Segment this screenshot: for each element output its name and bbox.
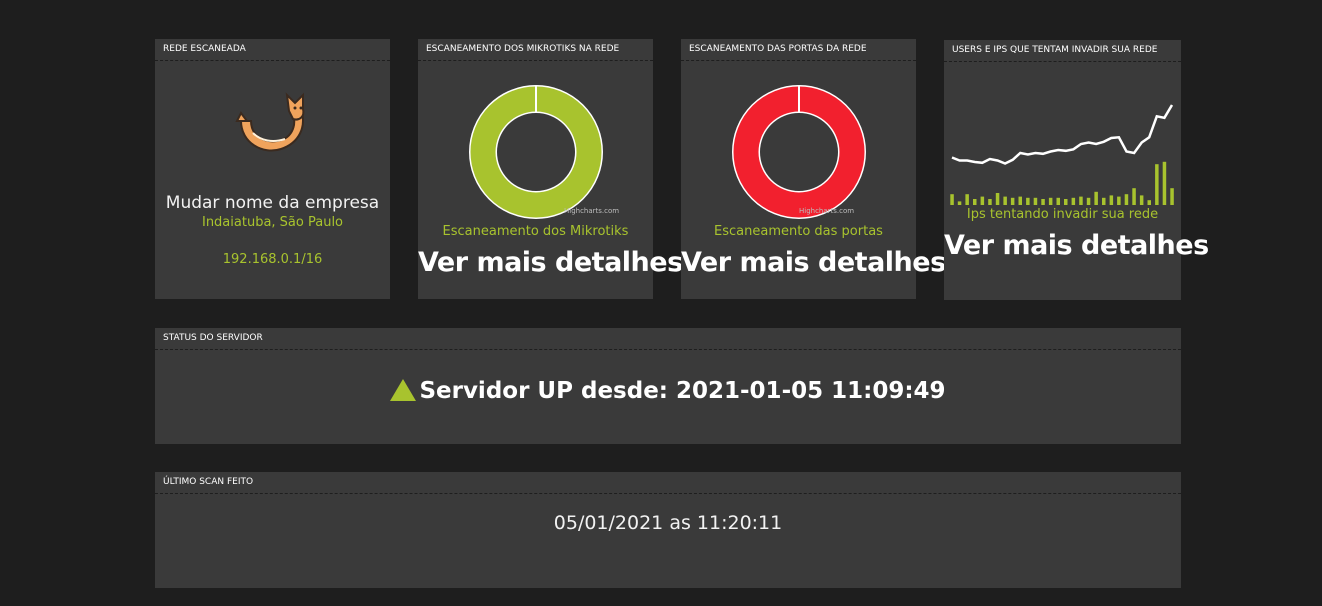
- sparkline-bar: [1162, 161, 1167, 205]
- chart-caption: Escaneamento das portas: [714, 224, 883, 239]
- panel-invasores: USERS E IPS QUE TENTAM INVADIR SUA REDE …: [944, 40, 1209, 300]
- ver-mais-detalhes-link[interactable]: Ver mais detalhes: [944, 230, 1209, 261]
- sparkline-bar: [1117, 196, 1121, 205]
- panel-title: REDE ESCANEADA: [155, 39, 390, 61]
- sparkline-bar: [973, 199, 977, 205]
- sparkline-bar: [1124, 194, 1129, 205]
- portas-donut-chart: [732, 85, 866, 219]
- sparkline-bar: [1139, 195, 1144, 205]
- sparkline-bar: [1064, 199, 1068, 205]
- sparkline-bar: [1102, 197, 1106, 205]
- invasores-sparkline-chart: [950, 104, 1174, 205]
- panel-portas: ESCANEAMENTO DAS PORTAS DA REDE Highchar…: [681, 39, 946, 299]
- sparkline-bar: [1048, 197, 1053, 205]
- sparkline-bar: [1003, 196, 1007, 205]
- sparkline-bar: [1086, 197, 1091, 205]
- chart-caption: Ips tentando invadir sua rede: [966, 207, 1159, 222]
- sparkline-bar: [1041, 199, 1045, 205]
- company-name: Mudar nome da empresa: [165, 193, 380, 213]
- company-location: Indaiatuba, São Paulo: [201, 215, 344, 230]
- sparkline-bar: [1155, 164, 1159, 205]
- sparkline-bar: [1094, 191, 1098, 205]
- panel-title: ESCANEAMENTO DOS MIKROTIKS NA REDE: [418, 39, 653, 61]
- fox-logo-icon: [235, 92, 305, 152]
- sparkline-bar: [1170, 188, 1174, 205]
- sparkline-bar: [1109, 195, 1114, 205]
- sparkline-bar: [1079, 196, 1083, 205]
- mikrotiks-donut-chart: [469, 85, 603, 219]
- panel-ultimo-scan: ÚLTIMO SCAN FEITO 05/01/2021 as 11:20:11: [155, 472, 1181, 588]
- network-ip: 192.168.0.1/16: [222, 252, 323, 267]
- panel-mikrotiks: ESCANEAMENTO DOS MIKROTIKS NA REDE Highc…: [418, 39, 683, 299]
- sparkline-bar: [950, 194, 954, 205]
- panel-status-servidor: STATUS DO SERVIDOR Servidor UP desde: 20…: [155, 328, 1181, 444]
- panel-title: USERS E IPS QUE TENTAM INVADIR SUA REDE: [944, 40, 1181, 62]
- up-triangle-icon: [390, 379, 417, 401]
- sparkline-bar: [1018, 196, 1022, 205]
- sparkline-bar: [1010, 197, 1015, 205]
- last-scan-datetime: 05/01/2021 as 11:20:11: [553, 512, 783, 534]
- sparkline-bar: [995, 193, 1000, 205]
- sparkline-bar: [1147, 200, 1151, 205]
- sparkline-line: [951, 104, 1174, 165]
- server-status: Servidor UP desde: 2021-01-05 11:09:49: [155, 378, 1181, 404]
- sparkline-bar: [1026, 197, 1030, 205]
- donut-slice-fill: [470, 86, 602, 218]
- highcharts-credit[interactable]: Highcharts.com: [799, 207, 854, 215]
- panel-title: STATUS DO SERVIDOR: [155, 328, 1181, 350]
- sparkline-bar: [1132, 188, 1136, 205]
- ver-mais-detalhes-link[interactable]: Ver mais detalhes: [681, 247, 946, 278]
- sparkline-bar: [988, 199, 992, 205]
- sparkline-bar: [957, 201, 962, 205]
- sparkline-bar: [1071, 197, 1076, 205]
- chart-caption: Escaneamento dos Mikrotiks: [442, 224, 629, 239]
- panel-title: ESCANEAMENTO DAS PORTAS DA REDE: [681, 39, 916, 61]
- panel-rede-escaneada: REDE ESCANEADA Mudar nome da empresa Ind…: [155, 39, 390, 299]
- sparkline-bar: [1033, 197, 1038, 205]
- panel-title: ÚLTIMO SCAN FEITO: [155, 472, 1181, 494]
- ver-mais-detalhes-link[interactable]: Ver mais detalhes: [418, 247, 683, 278]
- sparkline-bar: [965, 194, 969, 205]
- donut-slice-fill: [733, 86, 865, 218]
- highcharts-credit[interactable]: Highcharts.com: [564, 207, 619, 215]
- sparkline-bar: [1056, 197, 1060, 205]
- server-status-text: Servidor UP desde: 2021-01-05 11:09:49: [419, 378, 946, 404]
- sparkline-bar: [980, 196, 985, 205]
